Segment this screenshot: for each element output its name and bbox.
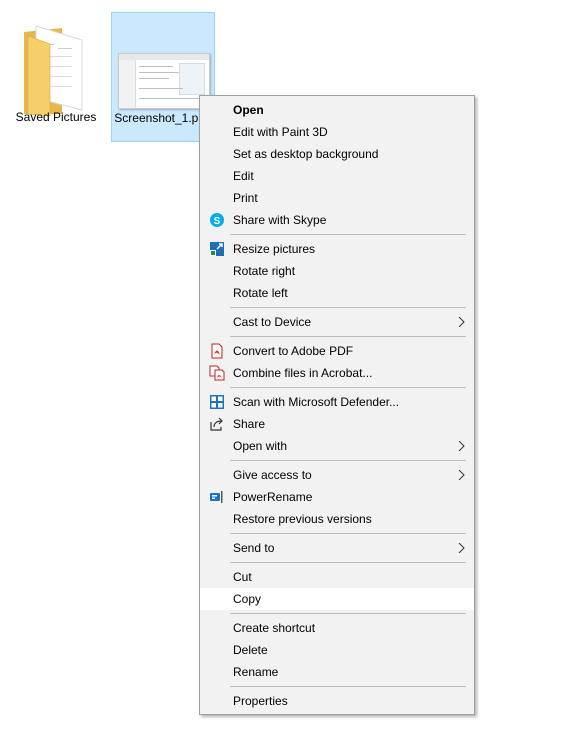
menu-item-give-access-to[interactable]: Give access to [200, 464, 474, 486]
adobe-pdf-icon [211, 343, 223, 359]
menu-item-cast-to-device[interactable]: Cast to Device [200, 311, 474, 333]
skype-icon: S [210, 213, 224, 227]
menu-item-powerrename[interactable]: PowerRename [200, 486, 474, 508]
menu-item-share-with-skype[interactable]: S Share with Skype [200, 209, 474, 231]
menu-separator [200, 457, 474, 464]
menu-item-combine-files-in-acrobat[interactable]: Combine files in Acrobat... [200, 362, 474, 384]
image-thumbnail-icon [118, 53, 210, 109]
menu-item-set-as-desktop-background[interactable]: Set as desktop background [200, 143, 474, 165]
menu-item-rename[interactable]: Rename [200, 661, 474, 683]
menu-item-send-to[interactable]: Send to [200, 537, 474, 559]
menu-item-label: Scan with Microsoft Defender... [233, 395, 400, 409]
powerrename-icon [210, 491, 223, 503]
saved-pictures-label: Saved Pictures [15, 110, 97, 124]
menu-separator [200, 304, 474, 311]
menu-item-label: Copy [233, 592, 262, 606]
menu-item-edit-with-paint-3d[interactable]: Edit with Paint 3D [200, 121, 474, 143]
svg-text:S: S [214, 216, 221, 227]
menu-item-label: PowerRename [233, 490, 313, 504]
saved-pictures-folder[interactable]: Saved Pictures [4, 12, 108, 142]
menu-separator [200, 231, 474, 238]
menu-item-label: Convert to Adobe PDF [233, 344, 354, 358]
menu-separator [200, 530, 474, 537]
menu-separator [200, 384, 474, 391]
menu-item-label: Share with Skype [233, 213, 327, 227]
chevron-right-icon [458, 317, 465, 327]
menu-item-convert-to-adobe-pdf[interactable]: Convert to Adobe PDF [200, 340, 474, 362]
menu-item-create-shortcut[interactable]: Create shortcut [200, 617, 474, 639]
desktop[interactable]: Saved Pictures Screenshot_1.png Open Edi… [0, 0, 570, 735]
menu-item-label: Properties [233, 694, 288, 708]
menu-item-cut[interactable]: Cut [200, 566, 474, 588]
menu-item-print[interactable]: Print [200, 187, 474, 209]
menu-item-label: Rename [233, 665, 279, 679]
menu-item-label: Resize pictures [233, 242, 316, 256]
menu-item-share[interactable]: Share [200, 413, 474, 435]
menu-item-label: Rotate right [233, 264, 296, 278]
menu-item-delete[interactable]: Delete [200, 639, 474, 661]
menu-item-label: Restore previous versions [233, 512, 372, 526]
menu-item-label: Print [233, 191, 258, 205]
menu-item-label: Delete [233, 643, 268, 657]
menu-item-label: Combine files in Acrobat... [233, 366, 373, 380]
menu-item-label: Edit [233, 169, 254, 183]
menu-item-scan-with-microsoft-defender[interactable]: Scan with Microsoft Defender... [200, 391, 474, 413]
menu-item-open-with[interactable]: Open with [200, 435, 474, 457]
menu-item-label: Open with [233, 439, 288, 453]
menu-item-rotate-left[interactable]: Rotate left [200, 282, 474, 304]
menu-item-copy[interactable]: Copy [200, 588, 474, 610]
menu-separator [200, 610, 474, 617]
folder-icon [24, 25, 83, 116]
defender-icon [210, 395, 224, 409]
menu-separator [200, 683, 474, 690]
menu-item-label: Set as desktop background [233, 147, 379, 161]
menu-separator [200, 333, 474, 340]
menu-item-restore-previous-versions[interactable]: Restore previous versions [200, 508, 474, 530]
share-icon [210, 417, 223, 431]
menu-item-label: Cut [233, 570, 252, 584]
menu-item-label: Open [233, 103, 264, 117]
menu-item-open[interactable]: Open [200, 99, 474, 121]
menu-item-edit[interactable]: Edit [200, 165, 474, 187]
menu-item-label: Rotate left [233, 286, 288, 300]
chevron-right-icon [458, 470, 465, 480]
menu-item-label: Create shortcut [233, 621, 316, 635]
resize-pictures-icon [210, 242, 224, 256]
menu-item-label: Send to [233, 541, 275, 555]
menu-item-label: Share [233, 417, 266, 431]
menu-item-rotate-right[interactable]: Rotate right [200, 260, 474, 282]
menu-item-label: Give access to [233, 468, 312, 482]
menu-separator [200, 559, 474, 566]
menu-item-label: Edit with Paint 3D [233, 125, 328, 139]
menu-item-label: Cast to Device [233, 315, 312, 329]
acrobat-combine-icon [209, 365, 225, 381]
chevron-right-icon [458, 441, 465, 451]
menu-item-resize-pictures[interactable]: Resize pictures [200, 238, 474, 260]
context-menu: Open Edit with Paint 3D Set as desktop b… [199, 95, 475, 715]
chevron-right-icon [458, 543, 465, 553]
menu-item-properties[interactable]: Properties [200, 690, 474, 712]
